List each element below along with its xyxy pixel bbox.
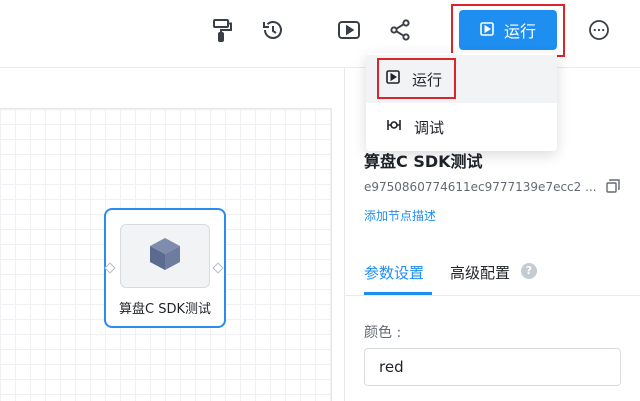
play-preview-icon[interactable] bbox=[333, 14, 365, 46]
node-label: 算盘C SDK测试 bbox=[119, 302, 211, 317]
copy-icon[interactable] bbox=[605, 178, 621, 194]
cube-icon bbox=[146, 235, 184, 277]
more-icon[interactable] bbox=[583, 14, 615, 46]
help-icon[interactable]: ? bbox=[521, 263, 537, 279]
play-square-icon bbox=[480, 21, 494, 40]
run-button[interactable]: 运行 bbox=[459, 10, 557, 50]
run-button-label: 运行 bbox=[503, 22, 536, 41]
run-dropdown-menu: 运行 调试 bbox=[366, 53, 557, 151]
color-field[interactable] bbox=[364, 348, 621, 386]
tab-parameter-settings[interactable]: 参数设置 bbox=[364, 262, 424, 283]
menu-item-debug-label: 调试 bbox=[414, 118, 445, 137]
panel-node-title: 算盘C SDK测试 bbox=[364, 152, 483, 171]
debug-icon bbox=[386, 118, 402, 136]
menu-item-debug[interactable]: 调试 bbox=[366, 103, 557, 151]
node-icon-box bbox=[120, 224, 210, 288]
add-description-link[interactable]: 添加节点描述 bbox=[364, 207, 436, 224]
play-square-icon bbox=[386, 70, 400, 88]
history-icon[interactable] bbox=[257, 14, 289, 46]
menu-item-run-label: 运行 bbox=[412, 70, 443, 89]
tabs-divider bbox=[344, 295, 640, 296]
color-field-label: 颜色 : bbox=[364, 325, 402, 341]
node-id-text: e9750860774611ec9777139e7ecc2 ... bbox=[364, 180, 597, 194]
flow-node[interactable]: 算盘C SDK测试 bbox=[104, 208, 226, 328]
tab-advanced-config[interactable]: 高级配置 bbox=[450, 262, 510, 283]
share-icon[interactable] bbox=[384, 14, 416, 46]
menu-item-run[interactable]: 运行 bbox=[366, 55, 557, 103]
paint-roller-icon[interactable] bbox=[206, 14, 238, 46]
